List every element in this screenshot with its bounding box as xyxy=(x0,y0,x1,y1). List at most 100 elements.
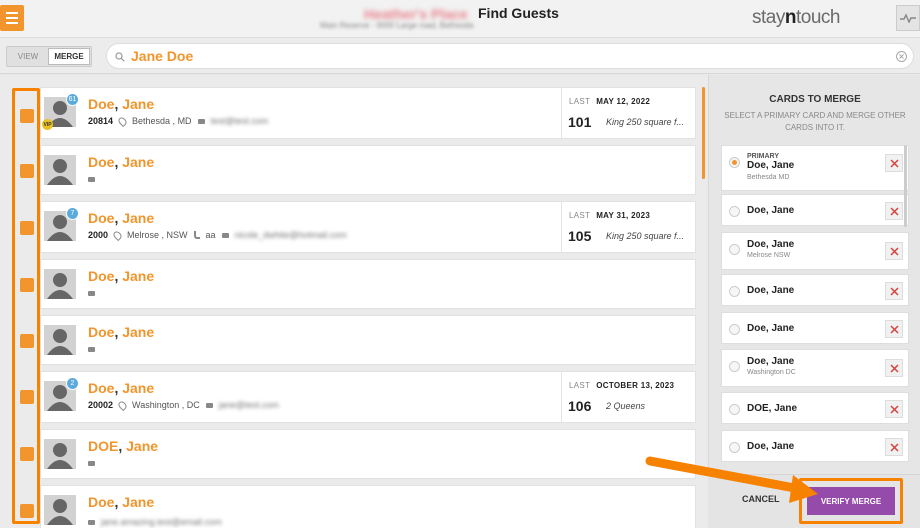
location-icon xyxy=(111,229,124,241)
room-type: 2 Queens xyxy=(606,401,646,411)
primary-radio[interactable] xyxy=(729,157,740,168)
merge-card[interactable]: Doe, Jane xyxy=(721,430,909,462)
primary-radio[interactable] xyxy=(729,286,740,297)
email-icon xyxy=(88,291,95,296)
phone-icon xyxy=(193,231,200,239)
room-type: King 250 square f... xyxy=(606,117,685,127)
email-icon xyxy=(88,519,95,525)
guest-name: Doe, Jane xyxy=(88,324,155,340)
avatar-icon xyxy=(44,495,76,525)
app-header: Heather's Place Main Reserve · 0000 Larg… xyxy=(0,0,920,38)
checkbox-highlight-annotation xyxy=(12,88,40,524)
merge-card[interactable]: DOE, Jane xyxy=(721,392,909,424)
email-icon xyxy=(88,347,95,352)
hotel-name[interactable]: Heather's Place xyxy=(364,6,468,22)
activity-pulse-button[interactable] xyxy=(896,5,920,31)
primary-radio[interactable] xyxy=(729,404,740,415)
stayntouch-logo: stayntouch xyxy=(752,7,840,28)
primary-radio[interactable] xyxy=(729,361,740,372)
email-icon xyxy=(88,177,95,182)
hamburger-menu-button[interactable] xyxy=(0,5,24,31)
pulse-icon xyxy=(900,13,916,23)
primary-radio[interactable] xyxy=(729,206,740,217)
close-icon xyxy=(889,404,899,414)
guest-card[interactable]: 2 Doe, Jane 20002 Washington , DC jane@t… xyxy=(40,371,696,423)
primary-radio[interactable] xyxy=(729,244,740,255)
guest-card[interactable]: Doe, Jane xyxy=(40,259,696,309)
guest-meta xyxy=(88,177,95,182)
guest-card[interactable]: Doe, Jane xyxy=(40,145,696,195)
primary-radio[interactable] xyxy=(729,442,740,453)
guest-name: Doe, Jane xyxy=(88,268,155,284)
guest-name: Doe, Jane xyxy=(88,210,155,226)
guest-card[interactable]: DOE, Jane xyxy=(40,429,696,479)
merge-panel-scrollbar[interactable] xyxy=(904,145,907,227)
last-stay: LAST MAY 12, 2022 101 King 250 square f..… xyxy=(561,88,697,138)
hotel-address: Main Reserve · 0000 Large road, Bethesda xyxy=(320,21,474,30)
merge-card-primary[interactable]: PRIMARY Doe, Jane Bethesda MD xyxy=(721,145,909,191)
room-number: 106 xyxy=(568,398,592,414)
merge-card[interactable]: Doe, Jane xyxy=(721,274,909,306)
stay-count-badge: 7 xyxy=(66,207,79,220)
clear-search-icon[interactable] xyxy=(896,51,907,62)
avatar-icon xyxy=(44,155,76,185)
remove-card-button[interactable] xyxy=(885,320,903,338)
guest-card[interactable]: 61 VIP Doe, Jane 20814 Bethesda , MD tes… xyxy=(40,87,696,139)
guest-card[interactable]: Doe, Jane jane.amazing.test@email.com xyxy=(40,485,696,528)
guest-meta: 20814 Bethesda , MD test@test.com xyxy=(88,115,269,127)
page-title: Find Guests xyxy=(478,5,559,21)
remove-card-button[interactable] xyxy=(885,359,903,377)
location-icon xyxy=(116,115,129,127)
guest-meta xyxy=(88,461,95,466)
room-number: 105 xyxy=(568,228,592,244)
close-icon xyxy=(889,324,899,334)
remove-card-button[interactable] xyxy=(885,438,903,456)
remove-card-button[interactable] xyxy=(885,202,903,220)
toolbar: VIEW MERGE Jane Doe xyxy=(0,38,920,74)
guest-name: Doe, Jane xyxy=(88,380,155,396)
view-merge-toggle: VIEW MERGE xyxy=(6,46,92,67)
merge-card[interactable]: Doe, Jane xyxy=(721,194,909,226)
remove-card-button[interactable] xyxy=(885,282,903,300)
guest-name: Doe, Jane xyxy=(88,494,155,510)
list-scrollbar[interactable] xyxy=(702,87,705,179)
email-icon xyxy=(221,232,229,238)
last-stay: LAST OCTOBER 13, 2023 106 2 Queens xyxy=(561,372,697,422)
email-icon xyxy=(88,461,95,466)
guest-meta xyxy=(88,347,95,352)
guest-meta: 2000 Melrose , NSW aa nicole_dwhite@hotm… xyxy=(88,229,347,241)
merge-panel: CARDS TO MERGE SELECT A PRIMARY CARD AND… xyxy=(708,75,920,528)
guest-name: Doe, Jane xyxy=(88,154,155,170)
menu-icon xyxy=(6,12,18,14)
primary-radio[interactable] xyxy=(729,324,740,335)
avatar-icon xyxy=(44,269,76,299)
last-stay: LAST MAY 31, 2023 105 King 250 square f..… xyxy=(561,202,697,252)
primary-label: PRIMARY xyxy=(747,153,780,160)
merge-card[interactable]: Doe, Jane Melrose NSW xyxy=(721,232,909,270)
close-icon xyxy=(889,206,899,216)
stay-count-badge: 61 xyxy=(66,93,79,106)
room-number: 101 xyxy=(568,114,592,130)
merge-tab[interactable]: MERGE xyxy=(48,48,90,65)
avatar-icon xyxy=(44,325,76,355)
merge-card[interactable]: Doe, Jane Washington DC xyxy=(721,349,909,387)
close-icon xyxy=(889,246,899,256)
verify-highlight-annotation xyxy=(799,478,903,524)
guest-name: DOE, Jane xyxy=(88,438,159,454)
search-icon xyxy=(115,52,125,62)
cancel-button[interactable]: CANCEL xyxy=(742,494,780,504)
remove-card-button[interactable] xyxy=(885,400,903,418)
merge-card[interactable]: Doe, Jane xyxy=(721,312,909,344)
view-tab[interactable]: VIEW xyxy=(8,48,48,65)
guest-card[interactable]: Doe, Jane xyxy=(40,315,696,365)
guest-meta: 20002 Washington , DC jane@test.com xyxy=(88,399,279,411)
guest-card[interactable]: 7 Doe, Jane 2000 Melrose , NSW aa nicole… xyxy=(40,201,696,253)
guest-meta xyxy=(88,291,95,296)
remove-card-button[interactable] xyxy=(885,242,903,260)
search-input[interactable]: Jane Doe xyxy=(106,43,914,69)
merge-panel-title: CARDS TO MERGE xyxy=(769,94,861,105)
location-icon xyxy=(116,399,129,411)
guest-name: Doe, Jane xyxy=(88,96,155,112)
search-value: Jane Doe xyxy=(131,48,194,64)
remove-card-button[interactable] xyxy=(885,154,903,172)
